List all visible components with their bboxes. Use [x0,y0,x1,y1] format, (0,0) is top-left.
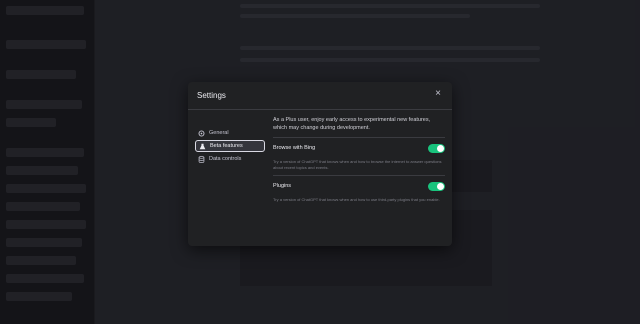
nav-item-data-controls[interactable]: Data controls [195,153,265,165]
settings-nav: General Beta features Data controls [195,127,265,166]
divider [273,137,445,138]
toggle-knob [437,182,444,190]
database-icon [198,155,205,163]
feature-plugins: Plugins Try a version of ChatGPT that kn… [273,181,445,203]
nav-item-label: Data controls [209,156,242,162]
plugins-toggle[interactable] [428,181,445,191]
nav-item-label: Beta features [210,143,243,149]
browse-with-bing-toggle[interactable] [428,143,445,153]
settings-header: Settings × [188,82,452,110]
feature-description: Try a version of ChatGPT that knows when… [273,159,442,170]
settings-dialog: Settings × General Beta features Data co… [188,82,452,246]
feature-browse-with-bing: Browse with Bing Try a version of ChatGP… [273,143,445,170]
close-icon: × [435,88,441,99]
close-button[interactable]: × [433,89,443,99]
gear-icon [198,130,205,136]
nav-item-general[interactable]: General [195,127,265,139]
beta-intro-text: As a Plus user, enjoy early access to ex… [273,117,431,131]
feature-description: Try a version of ChatGPT that knows when… [273,197,440,202]
feature-title: Plugins [273,183,292,189]
nav-item-beta-features[interactable]: Beta features [195,140,265,152]
beta-features-panel: As a Plus user, enjoy early access to ex… [273,116,445,203]
toggle-knob [437,144,444,152]
feature-title: Browse with Bing [273,145,316,151]
nav-item-label: General [209,130,229,136]
settings-title: Settings [197,91,226,100]
flask-icon [199,143,206,149]
divider [273,175,445,176]
